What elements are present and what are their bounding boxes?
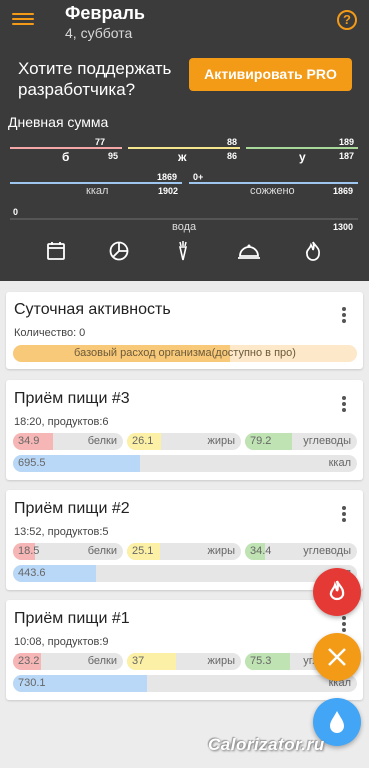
activity-bar: базовый расход организма(доступно в про)	[13, 345, 357, 362]
protein-label: б	[62, 150, 70, 164]
fork-knife-icon	[328, 648, 346, 666]
fat-norm: 86	[227, 151, 238, 161]
kcal-current: 1869	[157, 172, 178, 182]
kcal-norm: 1902	[158, 186, 179, 196]
fat-label: ж	[178, 150, 187, 164]
meal-carbs-value: 79.2	[250, 435, 272, 447]
meal-protein-bar: 18.5 белки	[13, 543, 123, 560]
meal-card[interactable]: Приём пищи #2 13:52, продуктов:5 18.5 бе…	[6, 490, 363, 590]
activity-card[interactable]: Суточная активность Количество: 0 базовы…	[6, 292, 363, 369]
meal-carbs-bar: 34.4 углеводы	[245, 543, 357, 560]
water-norm: 1300	[333, 222, 354, 232]
support-text: Хотите поддержать разработчика?	[18, 59, 172, 99]
meal-kcal-bar: 443.6 ккал	[13, 565, 357, 582]
meal-kcal-value: 695.5	[18, 457, 46, 469]
activate-pro-button[interactable]: Активировать PRO	[189, 58, 352, 91]
meal-title: Приём пищи #3	[14, 390, 130, 407]
add-meal-button[interactable]	[313, 633, 361, 681]
meal-subtitle: 18:20, продуктов:6	[14, 416, 109, 428]
more-icon[interactable]	[341, 395, 347, 412]
protein-norm: 95	[108, 151, 119, 161]
meal-protein-label: белки	[87, 655, 117, 667]
add-burn-button[interactable]	[313, 568, 361, 616]
kcal-label: ккал	[86, 185, 109, 197]
fat-current: 88	[227, 137, 238, 147]
meal-protein-value: 18.5	[18, 545, 40, 557]
cloche-icon[interactable]	[237, 240, 261, 264]
meal-subtitle: 13:52, продуктов:5	[14, 526, 109, 538]
carbs-current: 189	[339, 137, 355, 147]
meal-fat-value: 26.1	[132, 435, 154, 447]
water-label: вода	[172, 221, 197, 233]
carbs-norm: 187	[339, 151, 355, 161]
meal-card[interactable]: Приём пищи #1 10:08, продуктов:9 23.2 бе…	[6, 600, 363, 700]
meal-fat-label: жиры	[207, 655, 235, 667]
date-title[interactable]: Февраль	[65, 3, 145, 24]
fat-line	[128, 147, 240, 149]
meal-protein-label: белки	[87, 435, 117, 447]
meal-fat-value: 25.1	[132, 545, 154, 557]
meal-protein-bar: 34.9 белки	[13, 433, 123, 450]
flame-icon[interactable]	[302, 240, 326, 264]
meal-protein-value: 34.9	[18, 435, 40, 447]
help-button[interactable]: ?	[337, 10, 357, 30]
pie-chart-icon[interactable]	[108, 240, 132, 264]
protein-line	[10, 147, 122, 149]
meal-protein-bar: 23.2 белки	[13, 653, 123, 670]
meal-subtitle: 10:08, продуктов:9	[14, 636, 109, 648]
meal-kcal-value: 730.1	[18, 677, 46, 689]
more-icon[interactable]	[341, 306, 347, 323]
daily-sum-title: Дневная сумма	[8, 114, 109, 130]
meal-carbs-bar: 79.2 углеводы	[245, 433, 357, 450]
protein-current: 77	[95, 137, 106, 147]
meal-kcal-label: ккал	[328, 457, 351, 469]
meal-carbs-value: 75.3	[250, 655, 272, 667]
meal-kcal-value: 443.6	[18, 567, 46, 579]
meal-title: Приём пищи #1	[14, 610, 130, 627]
burned-norm: 1869	[333, 186, 354, 196]
date-subtitle: 4, суббота	[65, 25, 133, 41]
menu-icon	[12, 13, 34, 15]
activity-title: Суточная активность	[14, 301, 171, 318]
kcal-line	[10, 182, 182, 184]
summary-panel: Февраль 4, суббота ? Хотите поддержать р…	[0, 0, 369, 281]
meal-kcal-bar: 695.5 ккал	[13, 455, 357, 472]
summary-toolbar	[0, 240, 369, 270]
meal-fat-bar: 26.1 жиры	[127, 433, 241, 450]
meal-carbs-label: углеводы	[303, 545, 351, 557]
meal-fat-label: жиры	[207, 435, 235, 447]
meal-fat-bar: 25.1 жиры	[127, 543, 241, 560]
burned-line	[189, 182, 358, 184]
meal-card[interactable]: Приём пищи #3 18:20, продуктов:6 34.9 бе…	[6, 380, 363, 480]
more-icon[interactable]	[341, 505, 347, 522]
more-icon[interactable]	[341, 615, 347, 632]
meal-fat-value: 37	[132, 655, 145, 667]
meal-protein-value: 23.2	[18, 655, 40, 667]
meal-protein-label: белки	[87, 545, 117, 557]
burned-current: 0+	[193, 172, 204, 182]
meal-kcal-bar: 730.1 ккал	[13, 675, 357, 692]
water-line	[10, 218, 358, 220]
watermark: Calorizator.ru	[208, 735, 325, 754]
activity-bar-label: базовый расход организма(доступно в про)	[74, 347, 296, 359]
calendar-icon[interactable]	[45, 240, 69, 264]
meal-title: Приём пищи #2	[14, 500, 130, 517]
flame-icon	[329, 580, 345, 601]
meal-fat-bar: 37 жиры	[127, 653, 241, 670]
burned-label: сожжено	[250, 185, 295, 197]
carbs-label: у	[299, 150, 306, 164]
menu-button[interactable]	[12, 10, 34, 28]
activity-count: Количество: 0	[14, 327, 86, 339]
carbs-line	[246, 147, 358, 149]
water-current: 0	[13, 207, 19, 217]
carrot-icon[interactable]	[172, 240, 196, 264]
meal-fat-label: жиры	[207, 545, 235, 557]
meal-carbs-value: 34.4	[250, 545, 272, 557]
meal-carbs-label: углеводы	[303, 435, 351, 447]
